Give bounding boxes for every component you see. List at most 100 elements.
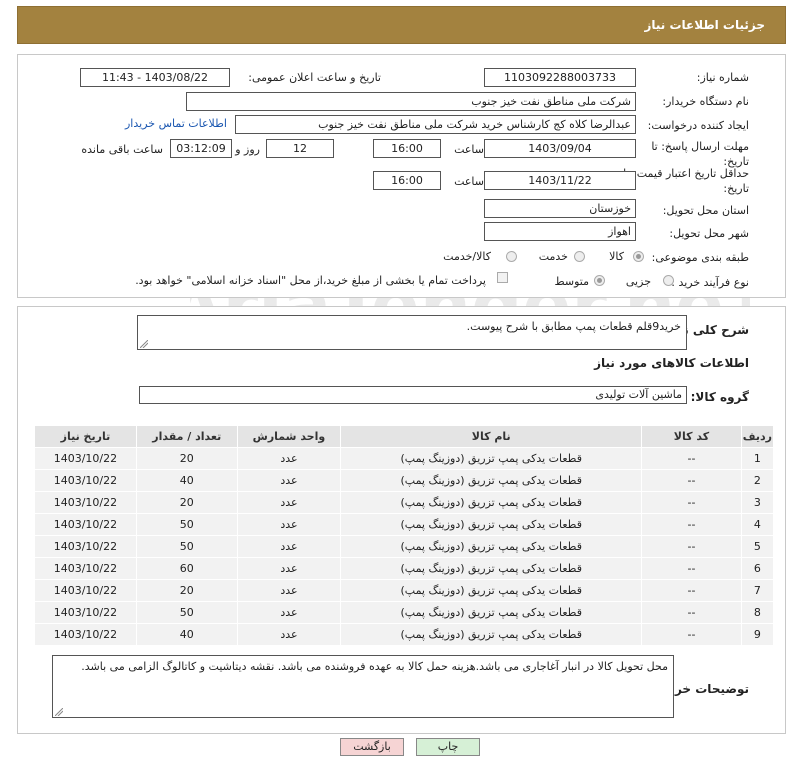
table-row: 8 -- قطعات یدکی پمپ تزریق (دوزینگ پمپ) عدد 5… (34, 601, 775, 624)
table-header-row: ردیف کد کالا نام کالا واحد شمارش تعداد /… (34, 425, 775, 448)
days-label: روز و (235, 143, 260, 156)
validity-date-field: 1403/11/22 (484, 171, 636, 190)
table-row: 2 -- قطعات یدکی پمپ تزریق (دوزینگ پمپ) عدد 4… (34, 469, 775, 492)
buyer-org-field: شرکت ملی مناطق نفت خیز جنوب (186, 92, 636, 111)
province-field: خوزستان (484, 199, 636, 218)
table-row: 6 -- قطعات یدکی پمپ تزریق (دوزینگ پمپ) عدد 6… (34, 557, 775, 580)
table-row: 4 -- قطعات یدکی پمپ تزریق (دوزینگ پمپ) عدد 5… (34, 513, 775, 536)
category-goods-label: کالا (609, 250, 624, 263)
category-both-radio[interactable] (506, 251, 517, 262)
table-row: 5 -- قطعات یدکی پمپ تزریق (دوزینگ پمپ) عدد 5… (34, 535, 775, 558)
purchase-type-label: نوع فرآیند خرید : (671, 276, 749, 289)
goods-code-cell: -- (641, 491, 742, 514)
summary-text: خرید9قلم قطعات پمپ مطابق با شرح پیوست. (137, 315, 687, 350)
treasury-payment-checkbox[interactable] (497, 272, 508, 283)
row-number-cell: 3 (740, 491, 775, 514)
category-service-radio[interactable] (574, 251, 585, 262)
category-both-label: کالا/خدمت (443, 250, 491, 263)
page-header: جزئیات اطلاعات نیاز (17, 6, 786, 44)
goods-name-cell: قطعات یدکی پمپ تزریق (دوزینگ پمپ) (340, 623, 643, 646)
unit-cell: عدد (236, 469, 342, 492)
goods-info-title: اطلاعات کالاهای مورد نیاز (594, 356, 749, 370)
unit-cell: عدد (236, 513, 342, 536)
print-button[interactable]: چاپ (416, 738, 480, 756)
creator-label: ایجاد کننده درخواست: (647, 119, 749, 132)
need-number-field: 1103092288003733 (484, 68, 636, 87)
goods-code-cell: -- (641, 579, 742, 602)
category-goods-radio[interactable] (633, 251, 644, 262)
need-date-cell: 1403/10/22 (34, 491, 137, 514)
goods-group-field: ماشین آلات تولیدی (139, 386, 687, 404)
deadline-label-line1: مهلت ارسال پاسخ: تا (651, 140, 749, 153)
need-date-cell: 1403/10/22 (34, 623, 137, 646)
purchase-minor-label: جزیی (625, 275, 651, 288)
quantity-cell: 60 (135, 557, 238, 580)
col-header-goods-code: کد کالا (641, 425, 742, 448)
unit-cell: عدد (236, 557, 342, 580)
goods-name-cell: قطعات یدکی پمپ تزریق (دوزینگ پمپ) (340, 491, 643, 514)
page-title: جزئیات اطلاعات نیاز (644, 18, 765, 32)
goods-code-cell: -- (641, 469, 742, 492)
unit-cell: عدد (236, 579, 342, 602)
col-header-goods-name: نام کالا (340, 425, 643, 448)
creator-field: عبدالرضا کلاه کج کارشناس خرید شرکت ملی م… (235, 115, 636, 134)
goods-code-cell: -- (641, 557, 742, 580)
quantity-cell: 20 (135, 447, 238, 470)
back-button[interactable]: بازگشت (340, 738, 404, 756)
goods-name-cell: قطعات یدکی پمپ تزریق (دوزینگ پمپ) (340, 535, 643, 558)
city-field: اهواز (484, 222, 636, 241)
goods-name-cell: قطعات یدکی پمپ تزریق (دوزینگ پمپ) (340, 447, 643, 470)
goods-name-cell: قطعات یدکی پمپ تزریق (دوزینگ پمپ) (340, 601, 643, 624)
treasury-payment-note: پرداخت تمام یا بخشی از مبلغ خرید،از محل … (135, 274, 486, 287)
unit-cell: عدد (236, 601, 342, 624)
quantity-cell: 50 (135, 535, 238, 558)
goods-name-cell: قطعات یدکی پمپ تزریق (دوزینگ پمپ) (340, 513, 643, 536)
table-row: 7 -- قطعات یدکی پمپ تزریق (دوزینگ پمپ) عدد 2… (34, 579, 775, 602)
validity-time-label: ساعت (454, 175, 484, 188)
quantity-cell: 40 (135, 623, 238, 646)
validity-label-line1: حداقل تاریخ اعتبار قیمت: تا (623, 167, 749, 180)
table-row: 1 -- قطعات یدکی پمپ تزریق (دوزینگ پمپ) عدد 2… (34, 447, 775, 470)
resize-grip-icon[interactable] (140, 340, 148, 348)
goods-code-cell: -- (641, 447, 742, 470)
goods-name-cell: قطعات یدکی پمپ تزریق (دوزینگ پمپ) (340, 557, 643, 580)
quantity-cell: 50 (135, 513, 238, 536)
goods-code-cell: -- (641, 623, 742, 646)
purchase-medium-label: متوسط (554, 275, 589, 288)
unit-cell: عدد (236, 623, 342, 646)
validity-label-line2: تاریخ: (723, 182, 749, 195)
need-date-cell: 1403/10/22 (34, 579, 137, 602)
deadline-date-field: 1403/09/04 (484, 139, 636, 158)
deadline-label: مهلت ارسال پاسخ: تا تاریخ: (651, 139, 749, 169)
resize-grip-icon[interactable] (55, 708, 63, 716)
purchase-minor-radio[interactable] (663, 275, 674, 286)
goods-table: ردیف کد کالا نام کالا واحد شمارش تعداد /… (34, 425, 775, 646)
col-header-unit: واحد شمارش (236, 425, 342, 448)
need-date-cell: 1403/10/22 (34, 447, 137, 470)
row-number-cell: 2 (740, 469, 775, 492)
purchase-medium-radio[interactable] (594, 275, 605, 286)
announce-label: تاریخ و ساعت اعلان عمومی: (248, 71, 381, 84)
goods-name-cell: قطعات یدکی پمپ تزریق (دوزینگ پمپ) (340, 469, 643, 492)
row-number-cell: 1 (740, 447, 775, 470)
col-header-need-date: تاریخ نیاز (34, 425, 137, 448)
buyer-notes-value: محل تحویل کالا در انبار آغاجاری می باشد.… (81, 660, 668, 673)
contact-buyer-link[interactable]: اطلاعات تماس خریدار (125, 117, 227, 130)
table-row: 3 -- قطعات یدکی پمپ تزریق (دوزینگ پمپ) عدد 2… (34, 491, 775, 514)
unit-cell: عدد (236, 535, 342, 558)
buyer-org-label: نام دستگاه خریدار: (662, 95, 749, 108)
row-number-cell: 9 (740, 623, 775, 646)
goods-name-cell: قطعات یدکی پمپ تزریق (دوزینگ پمپ) (340, 579, 643, 602)
goods-code-cell: -- (641, 535, 742, 558)
row-number-cell: 4 (740, 513, 775, 536)
time-remaining-label: ساعت باقی مانده (81, 143, 163, 156)
need-date-cell: 1403/10/22 (34, 557, 137, 580)
category-label: طبقه بندی موضوعی: (651, 251, 749, 264)
summary-text-value: خرید9قلم قطعات پمپ مطابق با شرح پیوست. (466, 320, 681, 333)
row-number-cell: 8 (740, 601, 775, 624)
col-header-row-number: ردیف (740, 425, 775, 448)
need-date-cell: 1403/10/22 (34, 469, 137, 492)
quantity-cell: 40 (135, 469, 238, 492)
table-row: 9 -- قطعات یدکی پمپ تزریق (دوزینگ پمپ) عدد 4… (34, 623, 775, 646)
category-service-label: خدمت (538, 250, 568, 263)
